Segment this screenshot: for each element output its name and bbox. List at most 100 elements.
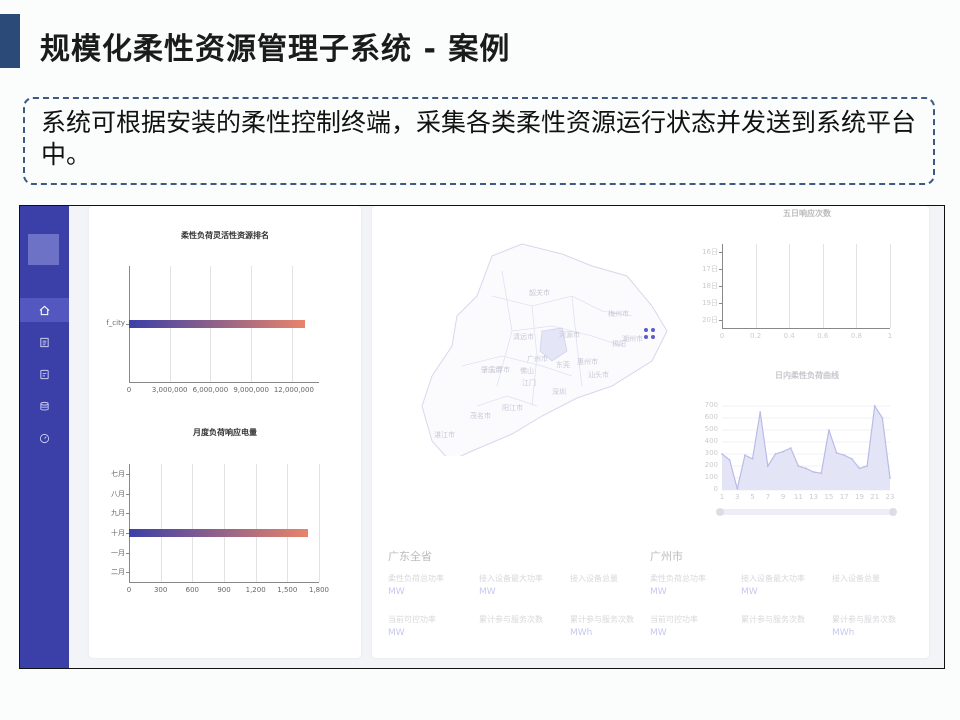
map-city-label: 湛江市	[434, 431, 455, 439]
slide-title: 规模化柔性资源管理子系统 - 案例	[40, 32, 511, 67]
x-tick-label: 12,000,000	[273, 386, 314, 394]
x-tick-label: 5	[750, 493, 755, 501]
y-tick-label: 700	[704, 401, 718, 409]
chart4-title: 日内柔性负荷曲线	[775, 371, 839, 380]
y-tick-label: 0	[713, 485, 718, 493]
gridline	[789, 244, 791, 328]
nav-home[interactable]	[20, 298, 69, 322]
timeline-slider[interactable]	[716, 508, 897, 516]
nav-documents[interactable]	[20, 330, 69, 354]
x-tick-label: 9	[780, 493, 786, 501]
data-point	[805, 467, 807, 470]
map-city-label: 东莞	[556, 361, 570, 369]
data-point	[873, 405, 876, 407]
x-tick-label: 1	[719, 493, 725, 501]
data-point	[744, 454, 746, 457]
sidebar	[20, 206, 69, 668]
gridline	[755, 244, 757, 328]
gauge-icon	[39, 433, 50, 443]
data-point	[751, 457, 754, 460]
x-tick-label: 6,000,000	[192, 386, 229, 394]
y-tick-label: 19日	[702, 298, 718, 307]
title-accent-bar	[0, 14, 20, 68]
guangdong-map	[421, 243, 668, 456]
data-point	[858, 467, 861, 470]
stat-label: 累计参与服务次数	[741, 615, 805, 624]
slider-handle-right[interactable]	[889, 508, 897, 516]
y-tick-label: 16日	[702, 248, 718, 257]
nav-list[interactable]	[20, 362, 69, 386]
data-point	[866, 465, 868, 467]
stat-label: 柔性负荷总功率	[650, 574, 706, 583]
x-tick-label: 3,000,000	[151, 386, 188, 394]
map-city-label: 茂名市	[470, 412, 491, 420]
data-point	[881, 417, 884, 419]
chart2-title: 月度负荷响应电量	[193, 428, 257, 437]
x-tick-label: 0.6	[817, 332, 829, 340]
x-tick-label: 7	[765, 493, 771, 501]
data-point	[812, 471, 815, 473]
x-tick-label: 3	[735, 493, 740, 501]
y-axis	[722, 244, 723, 328]
x-tick-label: 0	[719, 332, 725, 340]
stat-label: 累计参与服务次数	[832, 615, 896, 624]
plot-area: 0 0.2 0.4 0.6 0.8 1 16日 17日 18日 19日 20日	[702, 244, 892, 340]
x-axis	[129, 382, 319, 383]
gridline	[319, 464, 320, 582]
y-tick-mark	[719, 302, 722, 304]
y-tick-label: 20日	[702, 315, 718, 324]
map-city-label: 广州市	[527, 355, 548, 363]
data-point	[889, 477, 891, 479]
y-tick-label: 九月	[111, 509, 125, 518]
note-text: 系统可根据安装的柔性控制终端，采集各类柔性资源运行状态并发送到系统平台中。	[41, 108, 917, 169]
data-point	[774, 453, 777, 455]
area-fill	[722, 406, 890, 490]
stat-label: 接入设备最大功率	[741, 574, 805, 583]
stat-label: 当前可控功率	[388, 615, 436, 624]
y-tick-label: 十月	[111, 528, 125, 537]
gridline	[160, 464, 162, 582]
y-tick-label: 500	[704, 425, 718, 433]
y-tick-label: 100	[704, 473, 718, 481]
stat-unit: MWh	[570, 628, 593, 638]
x-tick-label: 0.4	[783, 332, 795, 340]
bar	[129, 320, 306, 328]
map-city-label: 河源市	[559, 331, 580, 339]
y-tick-label: 600	[704, 413, 718, 421]
x-tick-label: 9,000,000	[233, 386, 269, 394]
stat-label: 累计参与服务次数	[479, 615, 543, 624]
gridline	[890, 244, 891, 328]
y-tick-label: 一月	[111, 548, 125, 557]
app-logo	[28, 234, 59, 265]
nav-database[interactable]	[20, 394, 69, 418]
data-point	[850, 457, 853, 460]
y-tick-label: 七月	[111, 469, 125, 478]
plot-area: 0 100 200 300 400 500 600 700 1 3 5 7 9 11 13 15 17 19 21 2…	[705, 401, 895, 501]
stat-unit: MW	[479, 587, 496, 597]
stat-label: 柔性负荷总功率	[388, 574, 444, 583]
plot-area: 0 300 600 900 1,200 1,500 1,800 七月 八月 九月 十月 一月 二月	[111, 464, 329, 594]
map-city-label: 梅州市	[608, 310, 629, 318]
stat-label: 累计参与服务次数	[570, 615, 634, 624]
nav-gauge[interactable]	[20, 426, 69, 450]
x-tick-label: 1,500	[277, 586, 298, 594]
x-tick-label: 13	[809, 493, 819, 501]
slider-handle-left[interactable]	[716, 508, 724, 516]
x-axis	[129, 582, 319, 583]
app-screenshot: 柔性负荷灵活性资源排名 0 3,000,000 6,000,000 9,000,000…	[19, 205, 945, 669]
stat-region: 广东全省	[388, 550, 432, 563]
y-tick-mark	[719, 319, 722, 321]
note-box: 系统可根据安装的柔性控制终端，采集各类柔性资源运行状态并发送到系统平台中。	[23, 97, 935, 185]
y-tick-mark	[126, 493, 129, 495]
document-icon	[40, 337, 49, 347]
stat-region: 广州市	[650, 550, 683, 563]
stat-label: 接入设备最大功率	[479, 574, 543, 583]
x-tick-label: 1,800	[308, 586, 330, 594]
stat-unit: MWh	[832, 628, 855, 638]
y-tick-label: 400	[704, 437, 718, 445]
gridline	[192, 464, 194, 582]
x-tick-label: 1	[887, 332, 893, 340]
y-tick-mark	[719, 269, 722, 271]
chart3-title: 五日响应次数	[783, 209, 831, 218]
x-tick-label: 19	[854, 493, 864, 501]
